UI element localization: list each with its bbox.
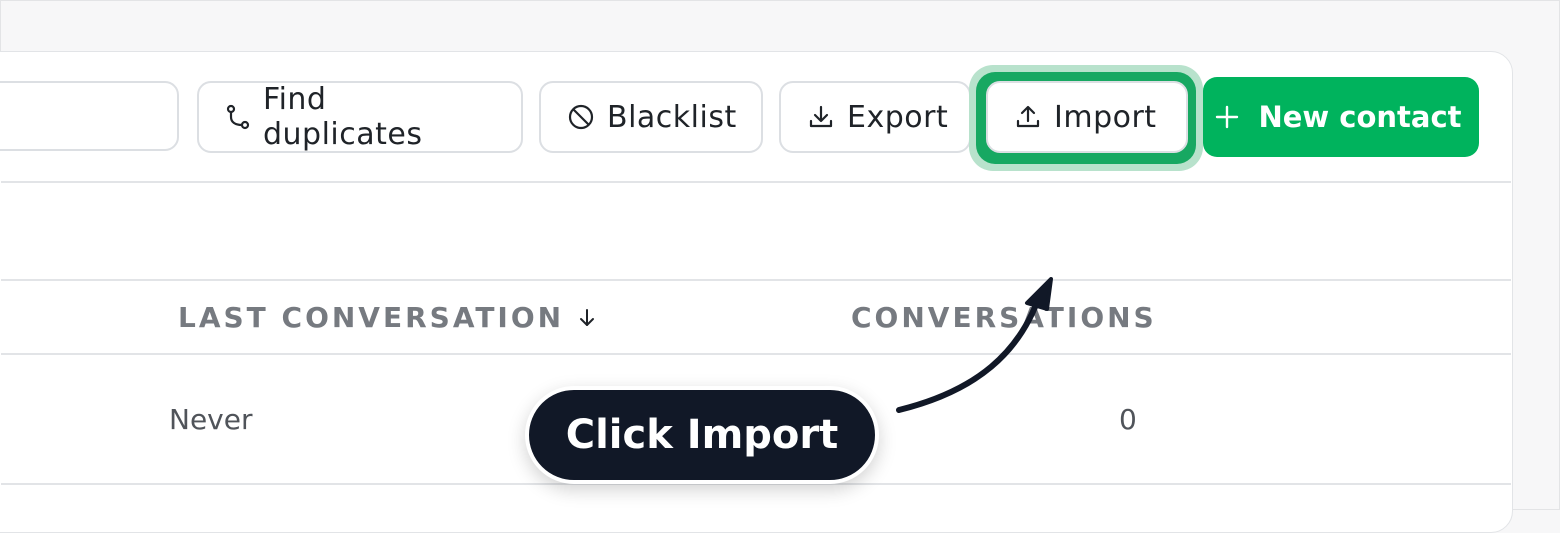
ban-icon xyxy=(568,104,594,130)
find-duplicates-label: Find duplicates xyxy=(263,82,423,152)
merge-icon xyxy=(226,104,250,130)
app-frame: Find duplicates Blacklist Export Import xyxy=(0,0,1560,533)
cell-conversations: 0 xyxy=(1119,403,1137,436)
blacklist-label: Blacklist xyxy=(607,99,737,135)
new-contact-label: New contact xyxy=(1258,100,1462,134)
upload-icon xyxy=(1016,105,1040,128)
plus-icon xyxy=(1216,105,1239,129)
download-icon xyxy=(809,105,833,128)
tooltip-text: Click Import xyxy=(565,412,839,458)
arrow-down-icon xyxy=(580,308,595,326)
divider xyxy=(1,279,1511,281)
column-header-label: LAST CONVERSATION xyxy=(178,301,565,334)
find-duplicates-button[interactable]: Find duplicates xyxy=(197,81,523,153)
import-label: Import xyxy=(1054,99,1157,135)
column-header-last-conversation[interactable]: LAST CONVERSATION xyxy=(178,301,596,334)
divider xyxy=(1,181,1511,183)
pointer-arrow-icon xyxy=(896,277,1053,413)
blacklist-button[interactable]: Blacklist xyxy=(539,81,763,153)
export-button[interactable]: Export xyxy=(779,81,971,153)
search-input[interactable] xyxy=(0,81,179,151)
divider xyxy=(1,353,1511,355)
export-label: Export xyxy=(847,99,949,135)
cell-last-conversation: Never xyxy=(169,403,253,436)
new-contact-button[interactable]: New contact xyxy=(1203,77,1479,157)
import-button[interactable]: Import xyxy=(986,81,1188,153)
tooltip-click-import: Click Import xyxy=(525,386,879,484)
